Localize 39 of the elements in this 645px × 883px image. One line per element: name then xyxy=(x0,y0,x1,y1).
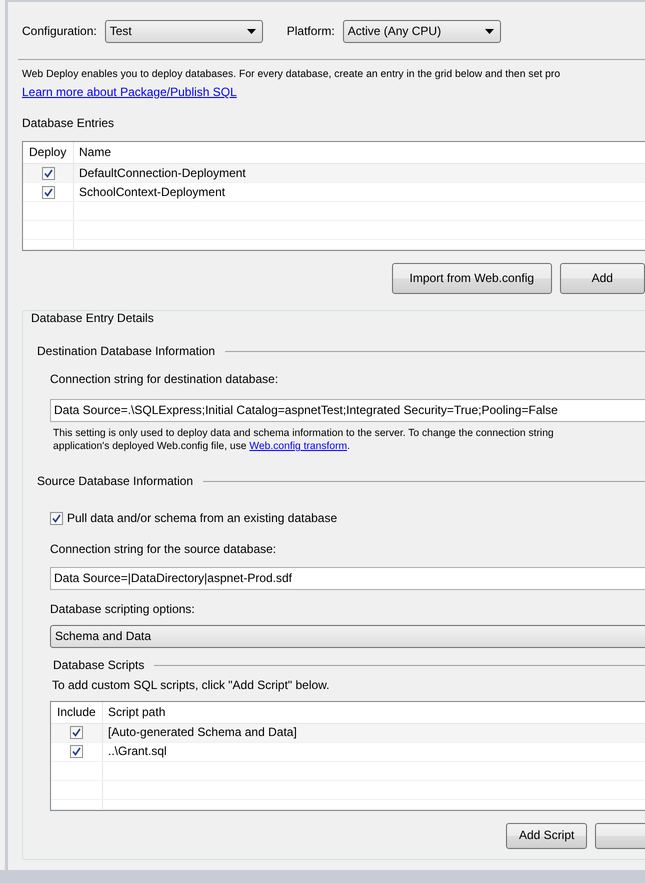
scripting-options-dropdown[interactable]: Schema and Data xyxy=(50,624,645,648)
connection-string-field[interactable]: Data Source=|DataDirectory|aspnet-Prod.sdf xyxy=(50,566,645,590)
table-cell-text: [Auto-generated Schema and Data] xyxy=(107,725,297,740)
column-header[interactable]: Deploy xyxy=(23,142,74,163)
table-cell-text: ..\Grant.sql xyxy=(107,744,167,760)
transform-link[interactable]: Web.config transform xyxy=(249,440,348,452)
dropdown-arrow-icon xyxy=(484,29,494,34)
checkbox[interactable] xyxy=(50,512,63,525)
dropdown-arrow-icon xyxy=(246,29,256,34)
hint-text: To add custom SQL scripts, click "Add Script" below. xyxy=(52,678,331,693)
push-button[interactable]: Add Script xyxy=(506,822,588,849)
column-header[interactable]: Script path xyxy=(103,704,166,720)
table-cell-text: DefaultConnection-Deployment xyxy=(78,166,246,180)
checkbox[interactable] xyxy=(70,745,83,758)
description-text: Web Deploy enables you to deploy databases. For every database, create an entry in the grid below and then set pro xyxy=(22,68,562,81)
configuration-dropdown[interactable]: Test xyxy=(104,20,263,43)
note-text: This setting is only used to deploy data and schema information to the server. To change the connection string application's deployed Web.config file, use Web.config transform. xyxy=(53,428,555,454)
section-title: Destination Database Information xyxy=(37,344,216,359)
field-label: Connection string for the source database: xyxy=(50,542,278,557)
partial-button[interactable] xyxy=(595,822,645,849)
field-label: Platform: xyxy=(286,24,335,39)
section-title: Database Scripts xyxy=(53,658,144,673)
field-label: Configuration: xyxy=(22,24,97,39)
checkbox[interactable] xyxy=(42,186,54,198)
checkbox[interactable] xyxy=(70,726,83,740)
checkbox-label: Pull data and/or schema from an existing database xyxy=(67,510,338,526)
checkbox[interactable] xyxy=(42,166,54,180)
section-title: Source Database Information xyxy=(37,474,194,489)
section-label: Database Entries xyxy=(22,116,116,131)
help-link[interactable]: Learn more about Package/Publish SQL xyxy=(22,85,237,99)
field-label: Connection string for destination database: xyxy=(50,372,280,387)
push-button[interactable]: Add xyxy=(560,263,645,294)
table-cell-text: SchoolContext-Deployment xyxy=(78,184,226,200)
connection-string-field[interactable]: Data Source=.\SQLExpress;Initial Catalog=aspnetTest;Integrated Security=True;Pooling=False xyxy=(50,399,645,422)
push-button[interactable]: Import from Web.config xyxy=(392,263,552,294)
platform-dropdown[interactable]: Active (Any CPU) xyxy=(342,20,501,43)
field-label: Database scripting options: xyxy=(50,602,196,617)
column-header[interactable]: Include xyxy=(51,702,103,723)
column-header[interactable]: Name xyxy=(74,145,112,160)
